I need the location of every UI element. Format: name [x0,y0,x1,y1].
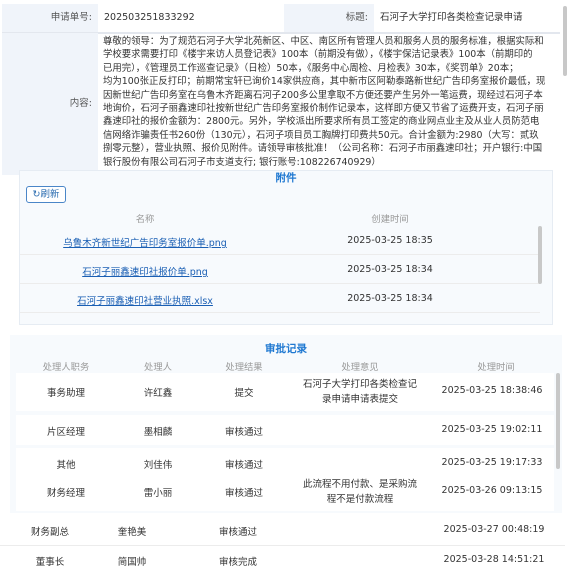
attachment-time: 2025-03-25 18:34 [347,293,433,304]
result-cell: 审核通过 [224,488,263,499]
content-line: 学校要求需要打印《楼宇来访人员登记表》100本（前期没有做），《楼宇保洁记录表》… [103,49,533,61]
result-cell: 提交 [234,388,254,399]
attachments-scrollbar[interactable] [538,226,542,284]
approval-row: 事务助理 许红鑫 提交 石河子大学打印各类检查记 录申请申请表提交 2025-0… [16,373,554,411]
approval-row: 片区经理 墨相麟 审核通过 2025-03-25 19:02:11 [16,415,554,445]
time-cell: 2025-03-25 18:38:46 [441,385,543,396]
content-line: 尊敬的领导：为了规范石河子大学北苑新区、中区、南区所有管理人员和服务人员的服务标… [103,36,544,47]
request-info-grid: 申请单号: 202503251833292 标题: 石河子大学打印各类检查记录申… [0,4,570,175]
person-cell: 许红鑫 [143,388,173,399]
refresh-label: 刷新 [40,189,60,200]
person-cell: 刘佳伟 [143,460,173,471]
content-line: 均为100张正反打印；前期常宝轩已询价14家供应商，其中新市区阿勒泰路新世纪广告… [103,76,546,88]
content-line: 捌零元整），营业执照、报价见附件。请领导审核批准！（公司名称：石河子市丽鑫速印社… [103,143,543,155]
content-line: 鑫速印社的报价金额为：2800元。另外，学校派出所要求所有员工签定的商业网点业主… [103,116,540,128]
attachments-panel: 附件 ↻刷新 名称 创建时间 乌鲁木齐新世纪广告印务室报价单.png 2025-… [19,170,553,325]
role-cell: 财务经理 [46,488,85,499]
col-role-header: 处理人职务 [42,362,90,373]
approval-row: 财务经理 雷小丽 审核通过 此流程不用付款、是采购流 程不是付款流程 2025-… [16,473,554,511]
result-cell: 审核通过 [224,427,263,438]
result-cell: 审核通过 [218,527,257,538]
title-value: 石河子大学打印各类检查记录申请 [374,4,560,32]
content-line: 因新世纪广告印务室在乌鲁木齐距离石河子200多公里拿取不方便还要产生另外一笔运费… [103,89,543,101]
attachment-row: 石河子丽鑫速印社报价单.png 2025-03-25 18:34 [20,255,540,284]
attachment-link[interactable]: 石河子丽鑫速印社营业执照.xlsx [20,293,270,307]
col-time-header: 处理时间 [477,362,515,373]
role-cell: 片区经理 [46,427,85,438]
attachment-row: 乌鲁木齐新世纪广告印务室报价单.png 2025-03-25 18:35 [20,226,540,255]
attachment-link[interactable]: 石河子丽鑫速印社报价单.png [20,264,270,278]
result-cell: 审核通过 [224,460,263,471]
time-cell: 2025-03-26 09:13:15 [441,485,543,496]
time-cell: 2025-03-25 19:17:33 [441,457,543,468]
col-opinion-header: 处理意见 [341,362,379,373]
result-cell: 审核完成 [218,557,257,568]
approval-row: 董事长 简国帅 审核完成 2025-03-28 14:51:21 [0,547,565,575]
time-cell: 2025-03-25 19:02:11 [441,424,543,435]
content-line: 地询价，石河子丽鑫速印社按新世纪广告印务室报价制作记录本，这样即方便又节省了运费… [103,103,544,115]
approval-title: 审批记录 [265,343,307,355]
title-label: 标题: [284,4,374,32]
attachments-title: 附件 [275,172,297,184]
person-cell: 奎艳美 [117,527,147,538]
time-cell: 2025-03-27 00:48:19 [443,524,545,535]
opinion-cell: 石河子大学打印各类检查记 录申请申请表提交 [290,377,430,407]
role-cell: 其他 [56,460,76,471]
opinion-line: 石河子大学打印各类检查记 [302,379,417,390]
role-cell: 事务助理 [46,388,85,399]
refresh-button[interactable]: ↻刷新 [26,186,66,203]
col-time-header: 创建时间 [371,214,409,225]
approval-row: 财务副总 奎艳美 审核通过 2025-03-27 00:48:19 [0,517,565,546]
content-line: 信网络诈骗责任书260份（130元），石河子项目员工胸牌打印费共50元。合计金额… [103,129,539,141]
content-line: 已用完），《管理员工作巡查记录》（日检）50本，《服务中心周检、月检表》30本，… [103,62,519,74]
opinion-line: 程不是付款流程 [326,494,394,505]
content-text: 尊敬的领导：为了规范石河子大学北苑新区、中区、南区所有管理人员和服务人员的服务标… [103,35,563,169]
time-cell: 2025-03-28 14:51:21 [443,554,545,565]
order-no-value: 202503251833292 [98,4,284,32]
person-cell: 雷小丽 [143,488,173,499]
person-cell: 简国帅 [117,557,147,568]
content-label: 内容: [2,33,98,175]
opinion-line: 此流程不用付款、是采购流 [302,479,417,490]
order-no-label: 申请单号: [2,4,98,32]
attachment-time: 2025-03-25 18:34 [347,264,433,275]
approval-scrollbar[interactable] [556,373,560,469]
opinion-cell: 此流程不用付款、是采购流 程不是付款流程 [290,477,430,507]
approval-panel: 审批记录 处理人职务 处理人 处理结果 处理意见 处理时间 事务助理 许红鑫 提… [10,335,562,513]
col-name-header: 名称 [135,214,155,225]
col-result-header: 处理结果 [225,362,263,373]
person-cell: 墨相麟 [143,427,173,438]
scrollbar[interactable] [563,6,567,76]
attachment-row: 石河子丽鑫速印社营业执照.xlsx 2025-03-25 18:34 [20,284,540,313]
attachment-link[interactable]: 乌鲁木齐新世纪广告印务室报价单.png [20,235,270,249]
content-line: 银行股份有限公司石河子市支道支行; 银行账号:108226740929） [103,156,381,168]
opinion-line: 录申请申请表提交 [321,394,398,405]
attachment-time: 2025-03-25 18:35 [347,235,433,246]
col-person-header: 处理人 [144,362,172,373]
